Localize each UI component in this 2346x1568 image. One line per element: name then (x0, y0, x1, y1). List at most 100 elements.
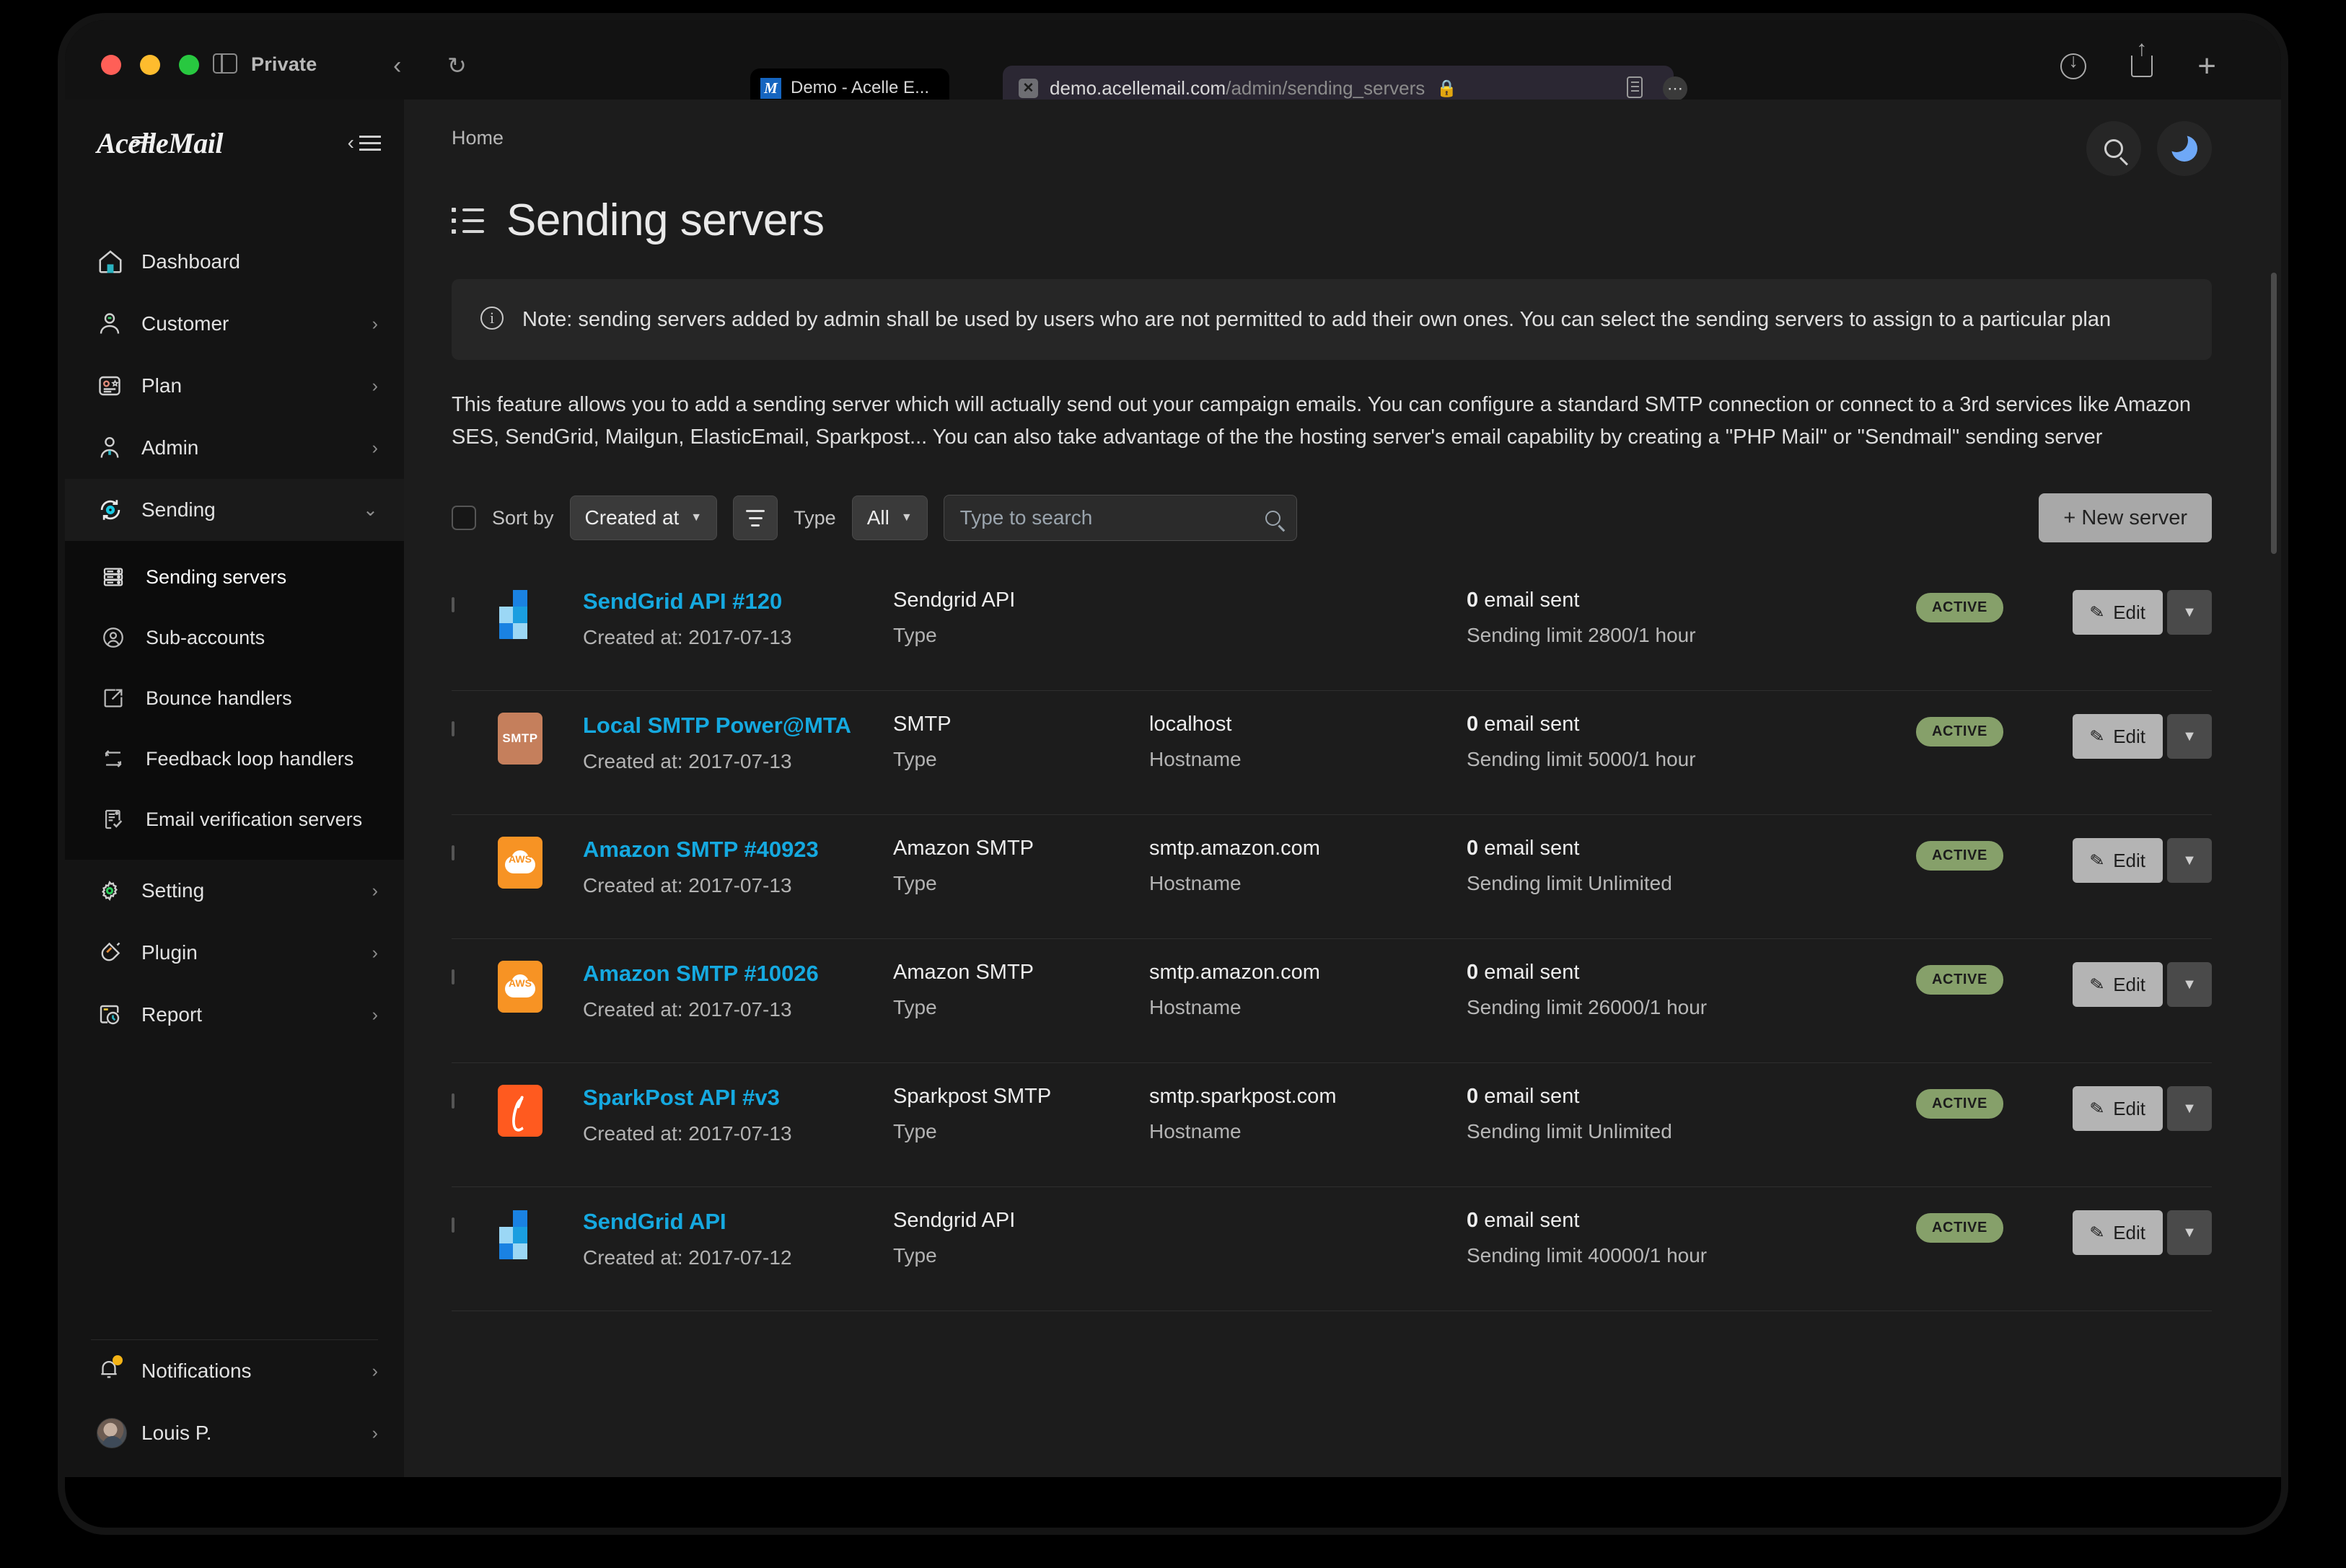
select-all-checkbox[interactable] (452, 506, 476, 531)
more-options-icon[interactable]: ⋯ (1663, 76, 1687, 101)
server-name-link[interactable]: Amazon SMTP #40923 (583, 837, 893, 863)
server-name-link[interactable]: SendGrid API #120 (583, 589, 893, 615)
app-logo[interactable]: AcelleMail (97, 126, 223, 160)
sidebar-item-dashboard[interactable]: Dashboard (65, 231, 404, 293)
sidebar-header: AcelleMail ‹ (65, 100, 404, 186)
edit-button[interactable]: ✎ Edit (2073, 590, 2163, 635)
row-actions-dropdown[interactable]: ▼ (2167, 714, 2212, 759)
edit-label: Edit (2113, 973, 2145, 995)
breadcrumb[interactable]: Home (452, 121, 504, 149)
server-host-value: smtp.amazon.com (1149, 837, 1320, 860)
sidebar-item-label: Setting (141, 879, 205, 902)
search-button[interactable] (2086, 121, 2141, 176)
minimize-window-button[interactable] (140, 55, 160, 75)
main-content: Home Sending servers i Note: sending ser… (404, 100, 2281, 1477)
row-checkbox[interactable] (452, 1217, 454, 1233)
edit-button[interactable]: ✎ Edit (2073, 962, 2163, 1008)
row-actions-dropdown[interactable]: ▼ (2167, 1210, 2212, 1256)
server-name-link[interactable]: SendGrid API (583, 1209, 893, 1235)
sidebar-item-feedback-loop-handlers[interactable]: Feedback loop handlers (65, 728, 404, 789)
chevron-right-icon: › (372, 437, 378, 458)
row-checkbox[interactable] (452, 597, 454, 613)
sidebar-item-sending-servers[interactable]: Sending servers (65, 547, 404, 607)
type-value: All (866, 506, 889, 529)
table-row[interactable]: SendGrid API Created at: 2017-07-12 Send… (452, 1187, 2212, 1312)
download-icon[interactable] (2060, 50, 2087, 79)
plus-icon[interactable]: + (2197, 50, 2216, 82)
new-server-button[interactable]: + New server (2039, 493, 2212, 543)
chevron-left-icon[interactable]: ‹ (393, 52, 401, 80)
share-icon[interactable] (2131, 37, 2153, 77)
server-host-value: smtp.sparkpost.com (1149, 1085, 1337, 1109)
edit-button[interactable]: ✎ Edit (2073, 714, 2163, 759)
server-sent-stat: 0 email sent (1467, 1085, 1580, 1109)
sendgrid-logo-icon (498, 589, 542, 640)
theme-toggle-button[interactable] (2157, 121, 2212, 176)
sidebar-item-plan[interactable]: Plan › (65, 355, 404, 417)
server-type-value: Sendgrid API (893, 1209, 1016, 1233)
row-checkbox[interactable] (452, 721, 454, 737)
table-row[interactable]: AWS Amazon SMTP #10026 Created at: 2017-… (452, 939, 2212, 1064)
maximize-window-button[interactable] (179, 55, 199, 75)
server-name-link[interactable]: Amazon SMTP #10026 (583, 961, 893, 987)
status-badge: ACTIVE (1916, 717, 2003, 747)
sidebar-item-sending[interactable]: Sending ⌄ (65, 479, 404, 541)
sidebar-item-label: Sending (141, 498, 216, 521)
close-icon[interactable]: ✕ (1019, 78, 1038, 98)
reload-icon[interactable]: ↻ (447, 52, 467, 79)
chevron-right-icon: › (372, 1422, 378, 1443)
sidebar-item-email-verification-servers[interactable]: Email verification servers (65, 789, 404, 850)
server-sending-limit: Sending limit Unlimited (1467, 872, 1672, 895)
bounce-icon (101, 686, 133, 710)
sidebar-item-report[interactable]: Report › (65, 984, 404, 1046)
sort-by-select[interactable]: Created at ▼ (569, 495, 718, 541)
edit-button[interactable]: ✎ Edit (2073, 1210, 2163, 1256)
sidebar-item-customer[interactable]: Customer › (65, 293, 404, 355)
sidebar-item-admin[interactable]: Admin › (65, 417, 404, 479)
collapse-sidebar-icon[interactable]: ‹ (348, 131, 381, 154)
sidebar-item-notifications[interactable]: Notifications › (65, 1340, 404, 1402)
table-row[interactable]: SendGrid API #120 Created at: 2017-07-13… (452, 567, 2212, 692)
close-window-button[interactable] (101, 55, 121, 75)
server-created-at: Created at: 2017-07-13 (583, 874, 792, 897)
chevron-right-icon: › (372, 880, 378, 901)
sidebar-item-label: Louis P. (141, 1422, 212, 1444)
vertical-scrollbar[interactable] (2271, 273, 2277, 554)
type-select[interactable]: All ▼ (851, 495, 928, 541)
row-checkbox[interactable] (452, 969, 454, 985)
sidebar-item-setting[interactable]: Setting › (65, 860, 404, 922)
chevron-right-icon: › (372, 313, 378, 334)
sidebar-item-bounce-handlers[interactable]: Bounce handlers (65, 668, 404, 728)
server-name-link[interactable]: Local SMTP Power@MTA (583, 713, 893, 739)
server-sent-stat: 0 email sent (1467, 589, 1580, 612)
server-created-at: Created at: 2017-07-13 (583, 750, 792, 773)
reader-view-icon[interactable] (1627, 76, 1643, 98)
server-type-value: SMTP (893, 713, 952, 736)
row-actions-dropdown[interactable]: ▼ (2167, 590, 2212, 635)
row-actions-dropdown[interactable]: ▼ (2167, 1086, 2212, 1132)
server-name-link[interactable]: SparkPost API #v3 (583, 1085, 893, 1111)
edit-button[interactable]: ✎ Edit (2073, 838, 2163, 884)
sendgrid-logo-icon (498, 1209, 542, 1261)
sidebar-item-sub-accounts[interactable]: Sub-accounts (65, 607, 404, 668)
row-checkbox[interactable] (452, 1093, 454, 1109)
search-input[interactable]: Type to search (943, 495, 1297, 542)
chevron-right-icon: › (372, 1004, 378, 1025)
sidebar-item-plugin[interactable]: Plugin › (65, 922, 404, 984)
server-type-value: Sparkpost SMTP (893, 1085, 1052, 1109)
edit-button[interactable]: ✎ Edit (2073, 1086, 2163, 1132)
row-actions-dropdown[interactable]: ▼ (2167, 838, 2212, 884)
row-checkbox[interactable] (452, 845, 454, 861)
sort-direction-button[interactable] (733, 495, 778, 541)
table-row[interactable]: SparkPost API #v3 Created at: 2017-07-13… (452, 1063, 2212, 1188)
sidebar-panel-icon[interactable] (213, 53, 237, 74)
row-actions-dropdown[interactable]: ▼ (2167, 962, 2212, 1008)
table-row[interactable]: AWS Amazon SMTP #40923 Created at: 2017-… (452, 815, 2212, 940)
server-type-value: Amazon SMTP (893, 837, 1034, 860)
table-row[interactable]: SMTP Local SMTP Power@MTA Created at: 20… (452, 691, 2212, 816)
search-placeholder: Type to search (959, 506, 1093, 529)
chevron-down-icon: ▼ (900, 511, 913, 524)
sidebar-item-user-profile[interactable]: Louis P. › (65, 1402, 404, 1464)
server-sent-stat: 0 email sent (1467, 961, 1580, 985)
search-icon (1265, 510, 1280, 526)
